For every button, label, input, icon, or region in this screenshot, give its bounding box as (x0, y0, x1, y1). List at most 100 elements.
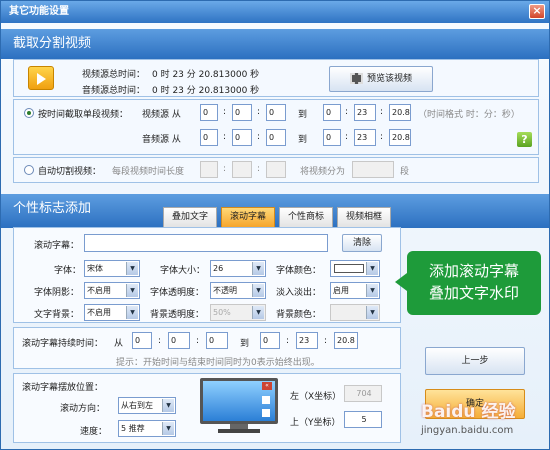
audio-from-hour[interactable]: 0 (200, 129, 218, 146)
duration-to-minute[interactable]: 23 (296, 332, 318, 349)
video-from-hour[interactable]: 0 (200, 104, 218, 121)
time-cut-panel: 按时间截取单段视频： 视频源 从 0 : 0 : 0 到 0 : 23 : 20… (13, 99, 539, 155)
audio-to-second[interactable]: 20.8 (389, 129, 411, 146)
close-button[interactable]: × (529, 4, 545, 19)
audio-from-second[interactable]: 0 (266, 129, 286, 146)
video-to-minute[interactable]: 23 (354, 104, 376, 121)
video-total-value: 0 时 23 分 20.813000 秒 (152, 70, 260, 80)
chevron-down-icon: ▼ (162, 399, 174, 412)
duration-from-hour[interactable]: 0 (132, 332, 152, 349)
video-from-second[interactable]: 0 (266, 104, 286, 121)
direction-label: 滚动方向： (60, 404, 106, 414)
help-icon[interactable]: ? (517, 132, 532, 147)
audio-total-value: 0 时 23 分 20.813000 秒 (152, 86, 260, 96)
font-label: 字体： (54, 266, 82, 276)
x-coord-label: 左（X坐标） (290, 392, 342, 402)
callout-line2: 叠加文字水印 (428, 284, 519, 302)
font-color-select[interactable]: ▼ (330, 260, 380, 277)
font-opacity-select[interactable]: 不透明 ▼ (210, 282, 266, 299)
colon-sep: : (345, 107, 349, 117)
segment-hour (200, 161, 218, 178)
callout-line1: 添加滚动字幕 (428, 262, 519, 280)
preview-video-button[interactable]: 预览该视频 (329, 66, 433, 92)
position-panel: 滚动字幕摆放位置： 滚动方向： 从右到左 ▼ 速度： 5 推荐 ▼ « 左（X坐标）… (13, 373, 401, 443)
segment-minute (232, 161, 252, 178)
split-count-input (352, 161, 394, 178)
time-format-hint: （时间格式 时：分：秒） (418, 110, 520, 120)
audio-to-hour[interactable]: 0 (323, 129, 341, 146)
clear-button[interactable]: 清除 (342, 234, 382, 252)
window-titlebar: 其它功能设置 × (1, 1, 549, 23)
duration-to-hour[interactable]: 0 (260, 332, 280, 349)
x-coord-input: 704 (344, 385, 382, 402)
colon-sep: : (345, 132, 349, 142)
video-to-second[interactable]: 20.8 (389, 104, 411, 121)
tab-scroll-subtitle[interactable]: 滚动字幕 (221, 207, 275, 227)
chevron-down-icon: ▼ (366, 306, 378, 319)
baidu-url: jingyan.baidu.com (421, 425, 514, 436)
video-total-label: 视频源总时间： (82, 70, 146, 80)
film-icon (349, 73, 363, 84)
section-cut-video-header: 截取分割视频 (1, 29, 549, 59)
section-logo-header: 个性标志添加 (1, 194, 549, 228)
speed-label: 速度： (80, 427, 108, 437)
duration-label: 滚动字幕持续时间： (22, 339, 104, 349)
duration-from-second[interactable]: 0 (206, 332, 228, 349)
video-from-label: 视频源 从 (142, 110, 181, 120)
chevron-down-icon: ▼ (126, 262, 138, 275)
audio-from-label: 音频源 从 (142, 135, 181, 145)
colon-sep: : (223, 107, 227, 117)
colon-sep: : (257, 107, 261, 117)
chevron-down-icon: ▼ (252, 284, 264, 297)
segment-second (266, 161, 286, 178)
chevron-down-icon: ▼ (126, 284, 138, 297)
video-from-minute[interactable]: 0 (232, 104, 252, 121)
text-bg-label: 文字背景： (34, 310, 80, 320)
audio-total-label: 音频源总时间： (82, 86, 146, 96)
bg-opacity-label: 背景透明度： (150, 310, 205, 320)
speed-select[interactable]: 5 推荐 ▼ (118, 420, 176, 437)
fade-select[interactable]: 启用 ▼ (330, 282, 380, 299)
video-file-icon (28, 66, 54, 90)
video-to-label: 到 (298, 110, 308, 120)
tab-overlay-text[interactable]: 叠加文字 (163, 207, 217, 227)
font-color-swatch (334, 264, 364, 273)
segment-unit: 段 (400, 167, 410, 177)
duration-from-minute[interactable]: 0 (168, 332, 190, 349)
font-size-select[interactable]: 26 ▼ (210, 260, 266, 277)
font-select[interactable]: 宋体 ▼ (84, 260, 140, 277)
auto-cut-radio[interactable] (24, 165, 34, 175)
position-label: 滚动字幕摆放位置： (22, 383, 104, 393)
tab-video-frame[interactable]: 视频相框 (337, 207, 391, 227)
ok-button[interactable]: 确定 (425, 389, 525, 419)
colon-sep: : (158, 336, 162, 346)
shadow-value: 不启用 (87, 286, 111, 295)
text-bg-value: 不启用 (87, 308, 111, 317)
shadow-select[interactable]: 不启用 ▼ (84, 282, 140, 299)
chevron-down-icon: ▼ (126, 306, 138, 319)
tab-custom-logo[interactable]: 个性商标 (279, 207, 333, 227)
video-to-hour[interactable]: 0 (323, 104, 341, 121)
colon-sep: : (223, 164, 227, 174)
audio-to-minute[interactable]: 23 (354, 129, 376, 146)
colon-sep: : (257, 164, 261, 174)
chevron-down-icon: ▼ (366, 284, 378, 297)
subtitle-label: 滚动字幕： (34, 241, 80, 251)
direction-select[interactable]: 从右到左 ▼ (118, 397, 176, 414)
time-cut-radio[interactable] (24, 108, 34, 118)
colon-sep: : (380, 132, 384, 142)
font-opacity-value: 不透明 (213, 286, 237, 295)
chevron-down-icon: ▼ (366, 262, 378, 275)
y-coord-input[interactable]: 5 (344, 411, 382, 428)
duration-to-second[interactable]: 20.8 (334, 332, 358, 349)
bg-opacity-value: 50% (213, 308, 231, 317)
video-info-panel: 视频源总时间： 0 时 23 分 20.813000 秒 音频源总时间： 0 时… (13, 59, 539, 97)
subtitle-text-input[interactable] (84, 234, 328, 252)
colon-sep: : (380, 107, 384, 117)
fade-label: 淡入淡出： (276, 288, 322, 298)
audio-from-minute[interactable]: 0 (232, 129, 252, 146)
time-cut-label: 按时间截取单段视频： (38, 110, 129, 120)
colon-sep: : (324, 336, 328, 346)
text-bg-select[interactable]: 不启用 ▼ (84, 304, 140, 321)
prev-step-button[interactable]: 上一步 (425, 347, 525, 375)
